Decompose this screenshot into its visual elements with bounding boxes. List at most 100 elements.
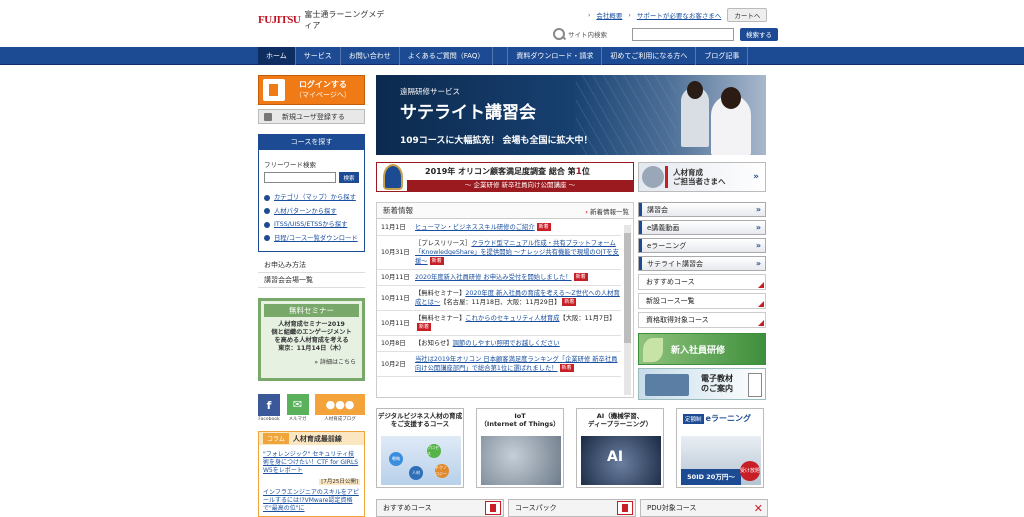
nav-home[interactable]: ホーム bbox=[258, 47, 296, 65]
cart-button[interactable]: カートへ bbox=[727, 8, 768, 22]
nav-first-time[interactable]: 初めてご利用になる方へ bbox=[602, 47, 697, 65]
find-link-schedule[interactable]: 日程/コース一覧ダウンロード bbox=[264, 232, 364, 246]
chevron-right-icon: › bbox=[628, 11, 631, 19]
news-date: 10月2日 bbox=[381, 360, 406, 368]
menu-recommended[interactable]: おすすめコース bbox=[638, 274, 766, 290]
tile-title: eラーニング bbox=[705, 414, 751, 423]
course-pack-bar[interactable]: コースパック bbox=[508, 499, 636, 517]
bubble: テクノロジー bbox=[435, 464, 449, 478]
news-item: 10月31日 ［プレスリリース］クラウド型マニュアル作成・共有プラットフォーム「K… bbox=[377, 236, 621, 270]
hero-banner[interactable]: 遠隔研修サービス サテライト講習会 109コースに大幅拡充！ 会場も全国に拡大中… bbox=[376, 75, 766, 155]
news-content: 当社は2019年オリコン 日本顧客満足度ランキング「企業研修 新卒社員向け公開講… bbox=[415, 355, 621, 373]
bubble: 人材 bbox=[409, 466, 423, 480]
freeword-search-button[interactable]: 検索 bbox=[339, 172, 359, 183]
column-article-link[interactable]: インフラエンジニアのスキルをアピールするには!?VMware認定資格で"最高の位… bbox=[263, 489, 360, 513]
blog-link[interactable]: ●●● 人材育成ブログ bbox=[315, 394, 365, 422]
menu-elearning[interactable]: eラーニング» bbox=[638, 238, 766, 253]
double-chevron-icon: » bbox=[755, 241, 761, 250]
site-logo[interactable]: FUJITSU 富士通ラーニングメディア bbox=[258, 10, 388, 30]
search-input[interactable] bbox=[632, 27, 734, 41]
news-item: 10月11日 2020年度新入社員研修 お申込み受付を開始しました！ 新着 bbox=[377, 270, 621, 286]
news-link[interactable]: 調節のしやすい照明でお越しください bbox=[453, 340, 560, 347]
column-article-link[interactable]: "フォレンジック" セキュリティ技術を身につけたい！CTF for GIRLS … bbox=[263, 451, 360, 475]
service-menu: 講習会» e講義動画» eラーニング» サテライト講習会» おすすめコース 新設… bbox=[638, 202, 766, 331]
nav-services[interactable]: サービス bbox=[296, 47, 341, 65]
corporate-contact-banner[interactable]: 人材育成 ご担当者さまへ » bbox=[638, 162, 766, 192]
mailmag-link[interactable]: ✉ メルマガ bbox=[286, 394, 309, 422]
find-link-itss[interactable]: ITSS/UISS/ETSSから探す bbox=[264, 218, 364, 232]
site-search: サイト内検索 検索する bbox=[552, 27, 778, 41]
nav-contact[interactable]: お問い合わせ bbox=[341, 47, 400, 65]
new-badge: 新着 bbox=[562, 298, 577, 306]
bullet-icon bbox=[264, 208, 270, 215]
nav-faq[interactable]: よくあるご質問（FAQ） bbox=[400, 47, 494, 65]
login-sublabel: （マイページへ） bbox=[295, 91, 351, 99]
facebook-link[interactable]: f Facebook bbox=[258, 394, 280, 422]
new-badge: 新着 bbox=[573, 273, 588, 281]
new-employee-banner[interactable]: 新入社員研修 bbox=[638, 333, 766, 365]
unlimited-badge: 受け放題 bbox=[740, 461, 760, 481]
logo-brand: FUJITSU bbox=[258, 14, 301, 26]
nav-download[interactable]: 資料ダウンロード・請求 bbox=[507, 47, 603, 65]
e-material-line2: のご案内 bbox=[701, 384, 733, 393]
menu-satellite[interactable]: サテライト講習会» bbox=[638, 256, 766, 271]
login-button[interactable]: ログインする （マイページへ） bbox=[258, 75, 365, 105]
news-link[interactable]: ヒューマン・ビジネススキル研修のご紹介 bbox=[415, 224, 535, 231]
seminar-banner[interactable]: 無料セミナー 人材育成セミナー2019 個と組織のエンゲージメント を高める人材… bbox=[258, 298, 365, 381]
chevron-right-icon: › bbox=[588, 11, 591, 19]
flat-rate-tag: 定額制 bbox=[683, 413, 704, 424]
award-banner[interactable]: 2019年 オリコン顧客満足度調査 総合 第1位 ～ 企業研修 新卒社員向け公開… bbox=[376, 162, 634, 192]
support-link[interactable]: サポートが必要なお客さまへ bbox=[637, 10, 722, 20]
tile-title: AI（機械学習、 bbox=[596, 412, 644, 420]
menu-new-courses[interactable]: 新設コース一覧 bbox=[638, 293, 766, 309]
news-content: ［プレスリリース］クラウド型マニュアル作成・共有プラットフォーム「Knowled… bbox=[415, 239, 621, 266]
news-link[interactable]: 当社は2019年オリコン 日本顧客満足度ランキング「企業研修 新卒社員向け公開講… bbox=[415, 356, 617, 372]
link-venues[interactable]: 講習会会場一覧 bbox=[258, 273, 365, 288]
news-panel: 新着情報 › 新着情報一覧 11月1日 ヒューマン・ビジネススキル研修のご紹介 新着… bbox=[376, 202, 634, 398]
logo-company: 富士通ラーニングメディア bbox=[304, 10, 385, 30]
register-button[interactable]: 新規ユーザ登録する bbox=[258, 109, 365, 124]
link-how-to-apply[interactable]: お申込み方法 bbox=[258, 258, 365, 273]
tile-ai[interactable]: AI（機械学習、 ディープラーニング） AI bbox=[576, 408, 664, 488]
news-prefix: 【無料セミナー】 bbox=[415, 315, 466, 322]
login-icon bbox=[263, 79, 285, 101]
banner-tagline: 109コースに大幅拡充！ 会場も全国に拡大中！ bbox=[400, 136, 593, 146]
menu-certification[interactable]: 資格取得対象コース bbox=[638, 312, 766, 328]
news-more-link[interactable]: › 新着情報一覧 bbox=[585, 206, 629, 216]
new-badge: 新着 bbox=[559, 364, 574, 372]
nav-blog[interactable]: ブログ記事 bbox=[696, 47, 749, 65]
pdu-courses-bar[interactable]: PDU対象コース ✕ bbox=[640, 499, 768, 517]
tile-elearning[interactable]: 定額制 eラーニング 50ID 20万円～ 受け放題 bbox=[676, 408, 764, 488]
freeword-input[interactable] bbox=[264, 172, 336, 183]
news-content: 【無料セミナー】これからのセキュリティ人材育成【大阪：11月7日】新着 bbox=[415, 314, 621, 332]
news-scrollbar[interactable] bbox=[624, 225, 631, 395]
e-material-banner[interactable]: 電子教材 のご案内 bbox=[638, 368, 766, 400]
search-button[interactable]: 検索する bbox=[740, 27, 778, 41]
news-date: 10月11日 bbox=[381, 319, 410, 327]
menu-lecture[interactable]: 講習会» bbox=[638, 202, 766, 217]
tile-iot[interactable]: IoT （Internet of Things） bbox=[476, 408, 564, 488]
news-item: 10月8日 【お知らせ】調節のしやすい照明でお越しください bbox=[377, 336, 621, 352]
tile-digital-business[interactable]: デジタルビジネス人材の育成をご支援するコース 戦略 プロセス テクノロジー 人材 bbox=[376, 408, 464, 488]
news-link[interactable]: 2020年度新入社員研修 お申込み受付を開始しました！ bbox=[415, 274, 572, 281]
register-label: 新規ユーザ登録する bbox=[282, 112, 345, 121]
news-prefix: 【無料セミナー】 bbox=[415, 290, 466, 297]
seminar-line: 東京：11月14日（木） bbox=[278, 345, 345, 352]
news-item: 10月2日 当社は2019年オリコン 日本顧客満足度ランキング「企業研修 新卒社員… bbox=[377, 352, 621, 377]
find-link-pattern[interactable]: 人材パターンから探す bbox=[264, 205, 364, 219]
bubble: 戦略 bbox=[389, 452, 403, 466]
seminar-more[interactable]: » 詳細はこちら bbox=[261, 357, 356, 366]
tile-image: 戦略 プロセス テクノロジー 人材 bbox=[381, 436, 461, 485]
scrollbar-thumb[interactable] bbox=[624, 233, 631, 343]
recommended-courses-bar[interactable]: おすすめコース bbox=[376, 499, 504, 517]
company-link[interactable]: 会社概要 bbox=[596, 10, 622, 20]
find-link-category[interactable]: カテゴリ（マップ）から探す bbox=[264, 191, 364, 205]
course-finder-title: コースを探す bbox=[259, 135, 364, 150]
tile-image bbox=[481, 436, 561, 485]
news-link[interactable]: これからのセキュリティ人材育成 bbox=[465, 315, 559, 322]
bar-label: PDU対象コース bbox=[647, 504, 697, 512]
menu-video[interactable]: e講義動画» bbox=[638, 220, 766, 235]
book-icon bbox=[748, 373, 762, 397]
tile-subtitle: ディープラーニング） bbox=[587, 420, 653, 428]
accent-bar bbox=[665, 166, 668, 188]
